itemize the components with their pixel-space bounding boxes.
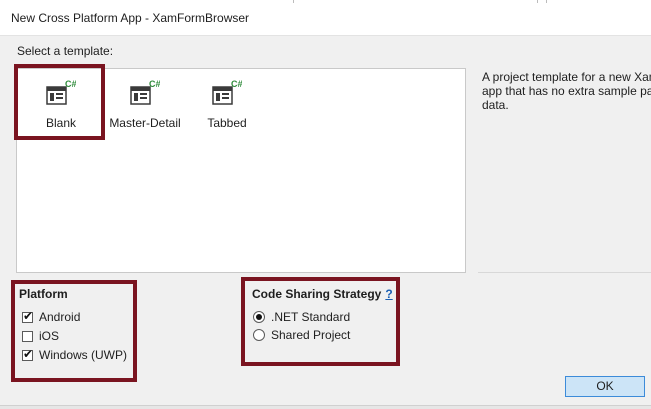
help-link[interactable]: ? <box>385 287 392 301</box>
window-bottom-edge <box>0 405 651 409</box>
title-divider-mark <box>546 0 547 3</box>
platform-ios-checkbox[interactable]: iOS <box>22 328 59 344</box>
checkbox[interactable] <box>22 330 33 342</box>
title-divider-mark <box>293 0 294 3</box>
checkbox-label: Android <box>39 310 81 324</box>
title-bar: New Cross Platform App - XamFormBrowser <box>0 0 651 36</box>
template-label: Master-Detail <box>109 116 181 130</box>
template-label: Tabbed <box>207 116 247 130</box>
checkbox-label: iOS <box>39 329 60 343</box>
checkbox[interactable]: ✔ <box>22 308 34 323</box>
title-divider-mark <box>537 0 538 3</box>
platform-title: Platform <box>19 287 68 301</box>
checkbox[interactable]: ✔ <box>22 346 34 361</box>
radio-label: Shared Project <box>271 328 351 342</box>
platform-android-checkbox[interactable]: ✔ Android <box>22 309 80 325</box>
check-icon: ✔ <box>23 346 34 361</box>
radio-selected-dot <box>256 314 262 320</box>
radio-button[interactable] <box>253 311 265 323</box>
description-line: data. <box>482 98 509 112</box>
description-line: A project template for a new Xam <box>482 70 651 84</box>
template-tabbed[interactable]: C# Tabbed <box>189 69 265 139</box>
csharp-badge: C# <box>149 80 160 89</box>
ok-button[interactable]: OK <box>565 376 645 397</box>
form-template-icon: C# <box>212 80 242 105</box>
radio-button[interactable] <box>253 329 265 341</box>
window-title: New Cross Platform App - XamFormBrowser <box>11 11 250 25</box>
checkbox-label: Windows (UWP) <box>39 348 128 362</box>
net-standard-radio[interactable]: .NET Standard <box>253 309 350 325</box>
template-master-detail[interactable]: C# Master-Detail <box>107 69 183 139</box>
selected-template-highlight <box>14 64 105 140</box>
select-template-label: Select a template: <box>17 44 114 58</box>
check-icon: ✔ <box>23 308 34 323</box>
code-sharing-title: Code Sharing Strategy? <box>252 287 393 301</box>
csharp-badge: C# <box>231 80 242 89</box>
description-divider <box>478 272 651 273</box>
platform-uwp-checkbox[interactable]: ✔ Windows (UWP) <box>22 347 127 363</box>
code-sharing-title-text: Code Sharing Strategy <box>252 287 382 301</box>
shared-project-radio[interactable]: Shared Project <box>253 327 350 343</box>
radio-label: .NET Standard <box>271 310 351 324</box>
form-template-icon: C# <box>130 80 160 105</box>
description-line: app that has no extra sample pag <box>482 84 651 98</box>
template-description: A project template for a new Xam app tha… <box>482 70 651 112</box>
